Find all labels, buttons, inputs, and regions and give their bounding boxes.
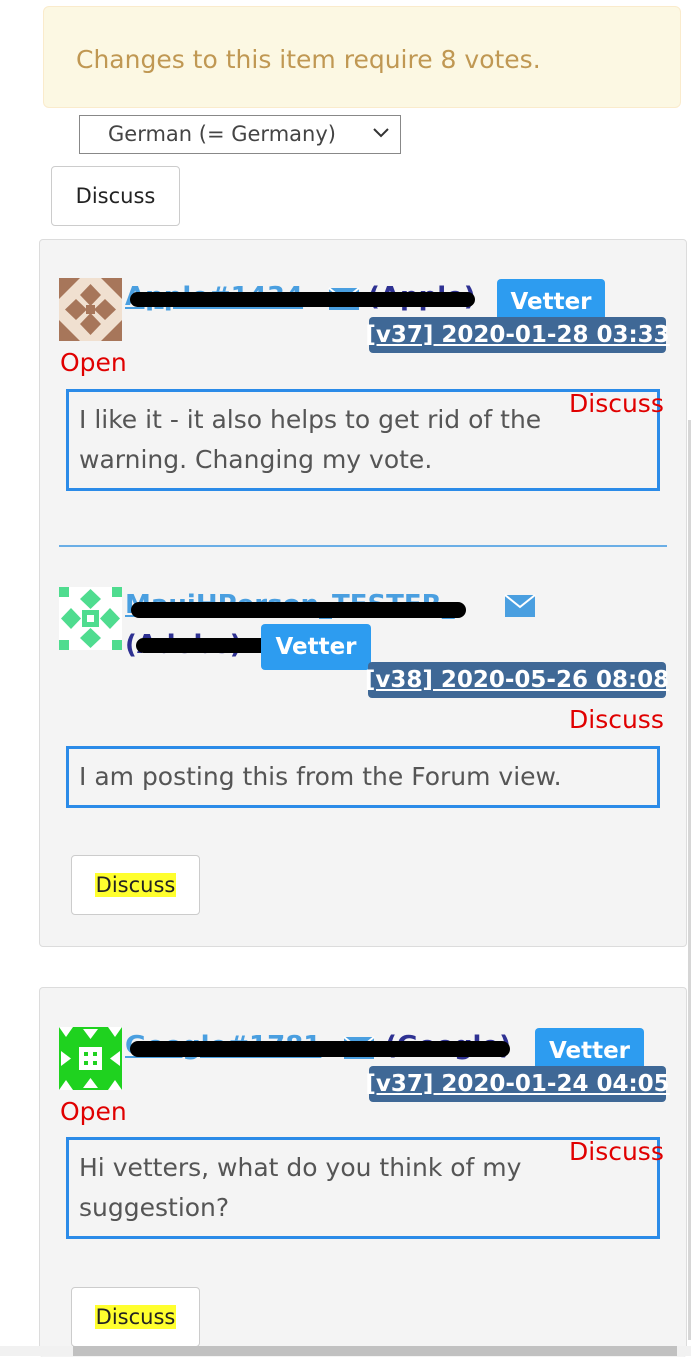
version-timestamp-link[interactable]: [v37] 2020-01-28 03:33 [365,317,670,353]
discuss-button-label: Discuss [94,1305,177,1329]
post-message-text: I am posting this from the Forum view. [79,762,562,791]
vetter-badge: Vetter [261,624,371,670]
version-timestamp-text: [v38] 2020-05-26 08:08 [364,667,670,693]
user-avatar-identicon [59,278,122,341]
version-timestamp-link[interactable]: [v38] 2020-05-26 08:08 [364,662,670,698]
vetter-badge-label: Vetter [510,289,592,315]
post-message: I am posting this from the Forum view. [66,746,660,808]
chevron-down-icon [373,128,389,138]
vetter-badge-label: Vetter [548,1038,631,1064]
post-message-text: I like it - it also helps to get rid of … [79,405,542,474]
version-timestamp-link[interactable]: [v37] 2020-01-24 04:05 [365,1066,670,1102]
discuss-link[interactable]: Discuss [569,1137,664,1166]
discuss-button-label: Discuss [94,873,177,897]
redaction-mark [130,292,475,307]
vetter-badge-label: Vetter [275,634,357,660]
discuss-link[interactable]: Discuss [569,389,664,418]
post-message-text: Hi vetters, what do you think of my sugg… [79,1153,522,1222]
votes-required-notice: Changes to this item require 8 votes. [43,6,681,108]
discuss-link[interactable]: Discuss [569,705,664,734]
user-avatar-identicon [59,587,122,650]
discuss-button[interactable]: Discuss [71,855,200,915]
status-open-label: Open [60,348,127,377]
mail-icon[interactable] [504,594,536,618]
redaction-mark [130,1041,510,1057]
locale-select-value: German (= Germany) [108,122,336,146]
version-timestamp-text: [v37] 2020-01-28 03:33 [365,322,670,348]
notice-text: Changes to this item require 8 votes. [76,45,541,74]
redaction-mark [131,602,466,618]
post-divider [59,545,667,547]
locale-select[interactable]: German (= Germany) [79,115,401,154]
status-open-label: Open [60,1097,127,1126]
version-timestamp-text: [v37] 2020-01-24 04:05 [365,1071,670,1097]
discuss-button-top[interactable]: Discuss [51,166,180,226]
horizontal-scrollbar-thumb[interactable] [73,1346,677,1356]
discuss-button-top-label: Discuss [75,184,156,208]
discuss-button[interactable]: Discuss [71,1287,200,1347]
user-avatar-identicon [59,1027,122,1090]
